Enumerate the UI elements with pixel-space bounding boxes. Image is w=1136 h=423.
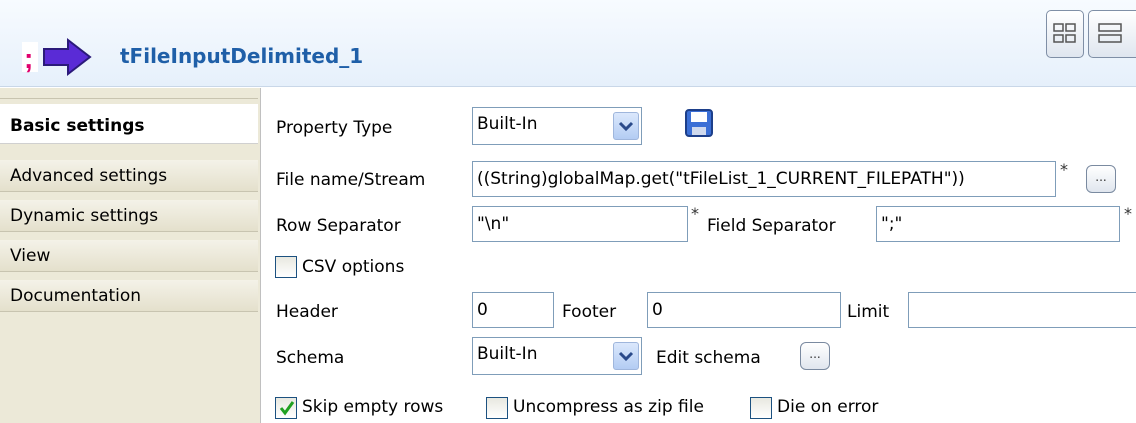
csv-options-label: CSV options bbox=[302, 257, 405, 277]
footer-input[interactable]: 0 bbox=[647, 292, 841, 328]
property-type-value: Built-In bbox=[477, 114, 538, 134]
row-separator-input[interactable]: "\n" bbox=[472, 206, 688, 242]
field-separator-label: Field Separator bbox=[707, 216, 836, 236]
required-mark: * bbox=[1124, 204, 1132, 223]
field-separator-input[interactable]: ";" bbox=[876, 206, 1120, 242]
file-name-input[interactable]: ((String)globalMap.get("tFileList_1_CURR… bbox=[472, 161, 1056, 197]
component-title: tFileInputDelimited_1 bbox=[120, 44, 364, 68]
settings-sidebar: Basic settings Advanced settings Dynamic… bbox=[0, 88, 261, 423]
edit-schema-button[interactable]: ... bbox=[800, 342, 830, 370]
uncompress-zip-checkbox[interactable] bbox=[486, 397, 508, 419]
limit-label: Limit bbox=[847, 302, 890, 322]
component-header: ; tFileInputDelimited_1 bbox=[0, 0, 1136, 87]
die-on-error-label: Die on error bbox=[777, 397, 879, 417]
footer-label: Footer bbox=[562, 302, 617, 322]
required-mark: * bbox=[1060, 160, 1068, 179]
uncompress-zip-label: Uncompress as zip file bbox=[513, 397, 704, 417]
row-separator-label: Row Separator bbox=[276, 216, 401, 236]
schema-select[interactable]: Built-In bbox=[472, 337, 642, 375]
chevron-down-icon[interactable] bbox=[613, 342, 639, 370]
tab-dynamic-settings[interactable]: Dynamic settings bbox=[0, 200, 258, 232]
check-icon bbox=[279, 401, 295, 416]
tab-basic-settings[interactable]: Basic settings bbox=[0, 104, 258, 144]
browse-file-button[interactable]: ... bbox=[1086, 165, 1116, 193]
limit-input[interactable] bbox=[908, 292, 1136, 328]
die-on-error-checkbox[interactable] bbox=[750, 397, 772, 419]
header-input[interactable]: 0 bbox=[472, 292, 554, 328]
layout-list-icon[interactable] bbox=[1088, 10, 1136, 58]
required-mark: * bbox=[691, 204, 699, 223]
tab-view[interactable]: View bbox=[0, 240, 258, 272]
file-name-label: File name/Stream bbox=[276, 170, 426, 190]
tab-documentation[interactable]: Documentation bbox=[0, 280, 258, 312]
svg-text:;: ; bbox=[24, 43, 33, 74]
floppy-disk-icon[interactable] bbox=[684, 108, 714, 138]
tab-advanced-settings[interactable]: Advanced settings bbox=[0, 160, 258, 192]
edit-schema-label: Edit schema bbox=[656, 348, 761, 368]
layout-grid-icon[interactable] bbox=[1046, 10, 1084, 58]
schema-label: Schema bbox=[276, 348, 345, 368]
header-label: Header bbox=[276, 302, 338, 322]
schema-value: Built-In bbox=[477, 344, 538, 364]
skip-empty-rows-checkbox[interactable] bbox=[275, 397, 297, 419]
arrow-delimited-icon: ; bbox=[22, 37, 92, 77]
chevron-down-icon[interactable] bbox=[613, 112, 639, 140]
skip-empty-rows-label: Skip empty rows bbox=[302, 397, 444, 417]
property-type-label: Property Type bbox=[276, 118, 393, 138]
property-type-select[interactable]: Built-In bbox=[472, 107, 642, 145]
csv-options-checkbox[interactable] bbox=[275, 256, 297, 278]
